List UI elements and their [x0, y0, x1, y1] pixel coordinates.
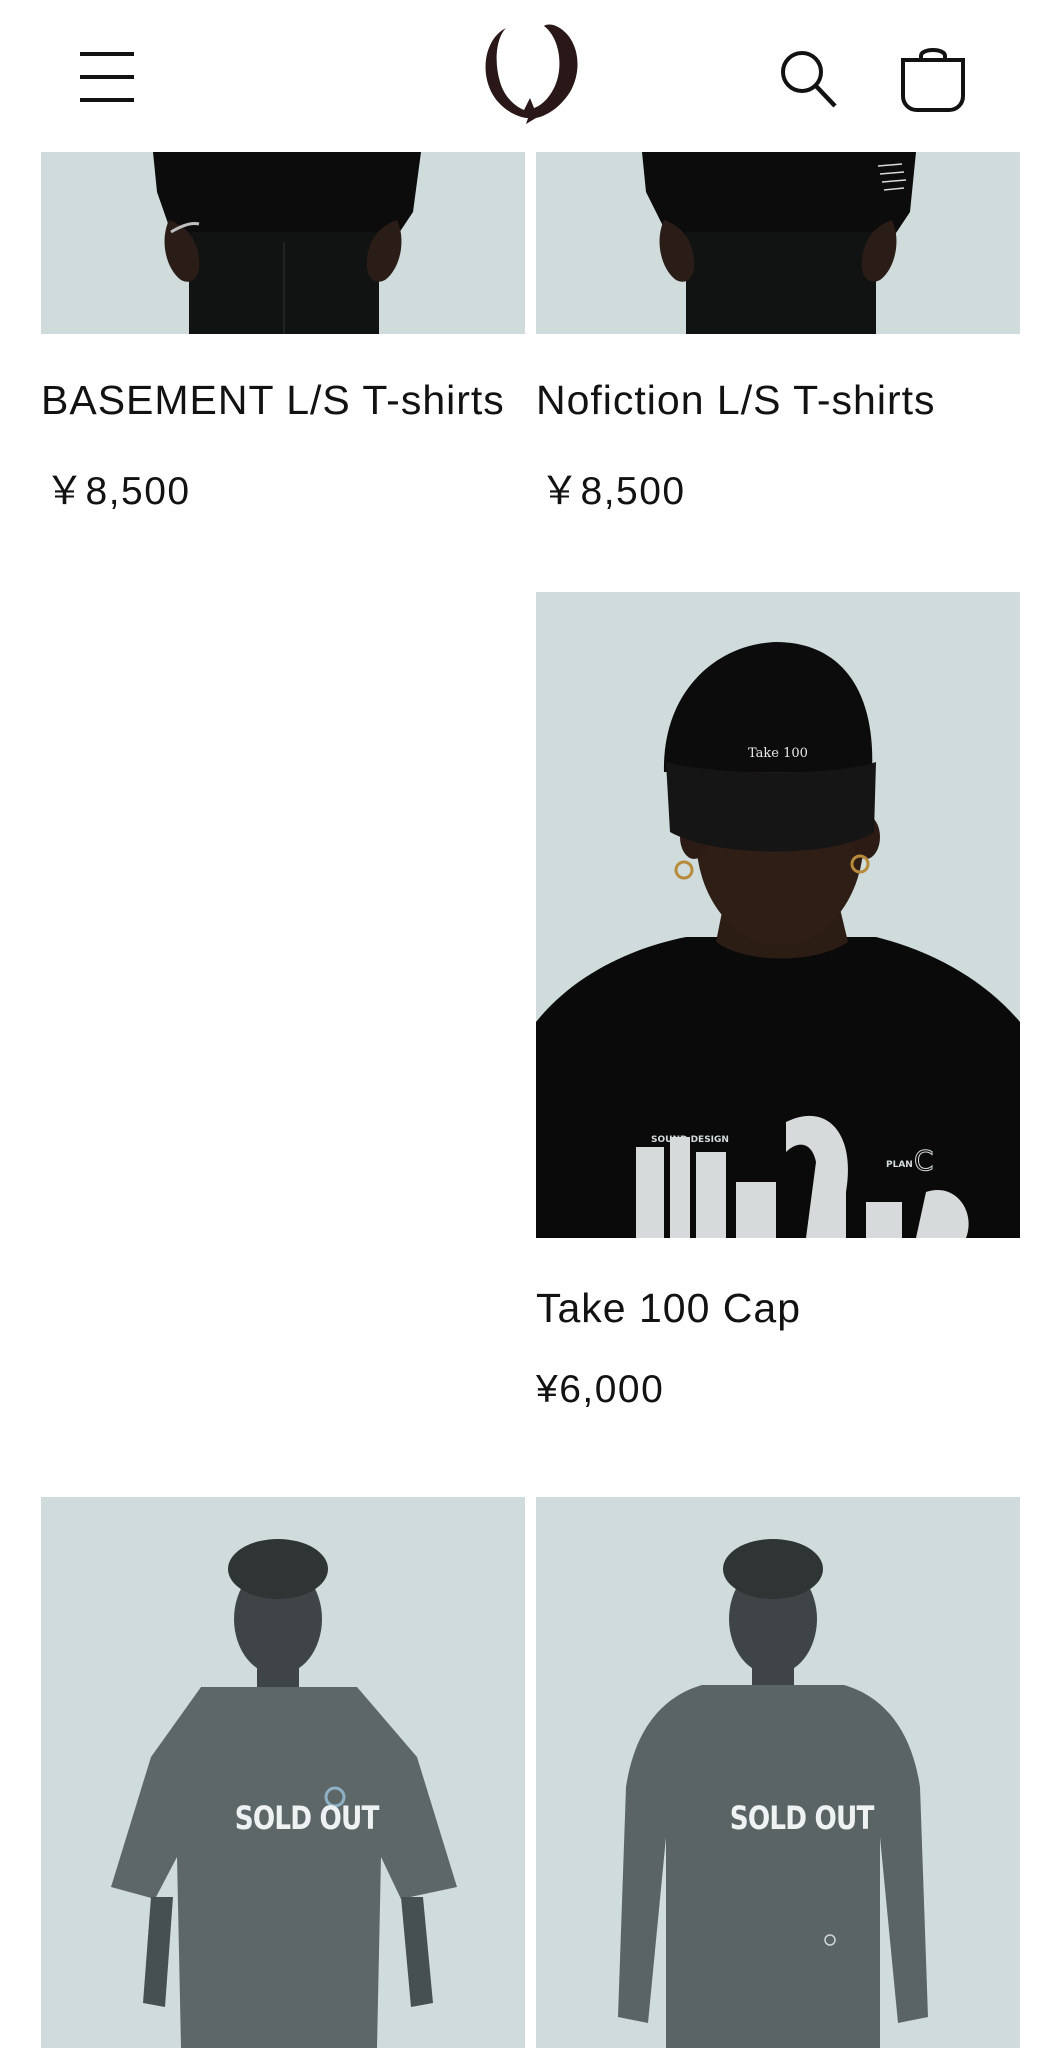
product-image[interactable] [536, 152, 1020, 334]
menu-button[interactable] [78, 50, 140, 106]
cart-icon [901, 48, 965, 112]
product-title[interactable]: Nofiction L/S T-shirts [536, 377, 936, 424]
product-image[interactable]: SOLD OUT [41, 1497, 525, 2048]
product-image[interactable]: SOUND DESIGN PLAN C Take 100 [536, 592, 1020, 1238]
product-image[interactable]: SOLD OUT [536, 1497, 1020, 2048]
cap-embroidery-text: Take 100 [748, 746, 808, 761]
product-price: ￥8,500 [45, 470, 191, 513]
site-header [0, 0, 1061, 152]
product-card-sold-out[interactable]: SOLD OUT [41, 1497, 525, 2048]
search-button[interactable] [777, 48, 839, 110]
svg-text:SOUND DESIGN: SOUND DESIGN [651, 1135, 729, 1145]
logo-icon [485, 24, 578, 124]
product-price: ¥6,000 [536, 1368, 665, 1411]
product-title[interactable]: Take 100 Cap [536, 1285, 801, 1332]
model-photo [41, 1497, 525, 2048]
model-photo [536, 152, 1020, 334]
search-icon [781, 51, 837, 108]
product-card-nofiction[interactable]: Nofiction L/S T-shirts ￥8,500 [536, 152, 1020, 522]
svg-text:C: C [914, 1144, 934, 1177]
product-title[interactable]: BASEMENT L/S T-shirts [41, 377, 505, 424]
model-photo [536, 1497, 1020, 2048]
model-photo: SOUND DESIGN PLAN C [536, 592, 1020, 1238]
product-card-sold-out[interactable]: SOLD OUT [536, 1497, 1020, 2048]
product-image[interactable] [41, 152, 525, 334]
product-card-basement[interactable]: BASEMENT L/S T-shirts ￥8,500 [41, 152, 525, 522]
hamburger-menu-icon [80, 52, 134, 102]
sold-out-badge: SOLD OUT [729, 1799, 875, 1837]
svg-text:PLAN: PLAN [886, 1160, 913, 1170]
sold-out-badge: SOLD OUT [234, 1799, 380, 1837]
cart-button[interactable] [899, 46, 967, 112]
product-price: ￥8,500 [540, 470, 686, 513]
model-photo [41, 152, 525, 334]
product-card-take-100-cap[interactable]: SOUND DESIGN PLAN C Take 100 Take 100 Ca… [536, 592, 1020, 1422]
brand-logo[interactable] [474, 20, 584, 132]
product-collection-page: BASEMENT L/S T-shirts ￥8,500 Nofiction L… [0, 0, 1061, 2048]
